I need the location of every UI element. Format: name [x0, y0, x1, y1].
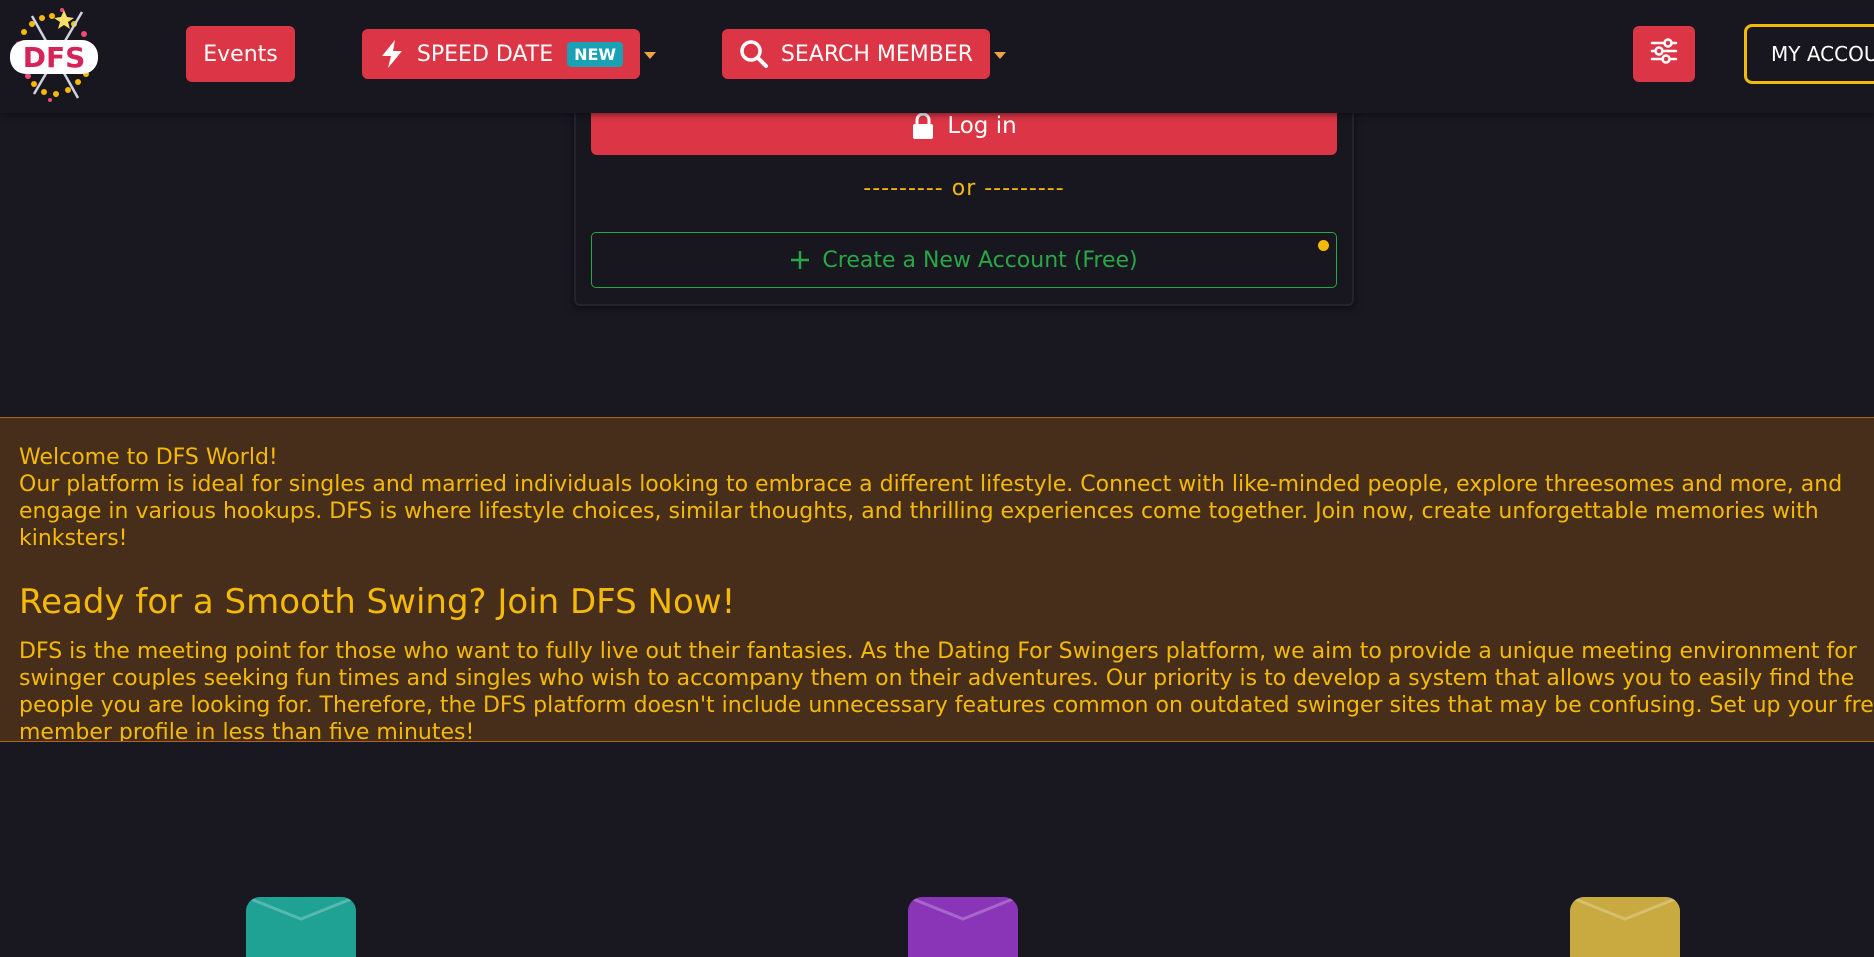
speed-date-caret-down-icon[interactable]	[644, 52, 656, 59]
events-button[interactable]: Events	[186, 26, 295, 82]
search-member-label: SEARCH MEMBER	[780, 41, 974, 67]
notification-dot	[1318, 240, 1329, 251]
join-heading: Ready for a Smooth Swing? Join DFS Now!	[19, 582, 736, 622]
speed-date-button[interactable]: SPEED DATE NEW	[362, 29, 640, 79]
top-navbar: DFS Events SPEED DATE NEW SEARCH MEMBER	[0, 0, 1874, 113]
search-member-caret-down-icon[interactable]	[994, 52, 1006, 59]
speed-date-label: SPEED DATE	[416, 41, 554, 67]
filter-button[interactable]	[1633, 26, 1695, 82]
welcome-title: Welcome to DFS World!	[19, 445, 278, 470]
welcome-banner: Welcome to DFS World! Our platform is id…	[0, 417, 1874, 742]
svg-text:DFS: DFS	[23, 41, 86, 74]
lightning-icon	[379, 39, 405, 69]
dfs-logo[interactable]: DFS	[4, 4, 104, 104]
my-account-label: MY ACCOUNT	[1771, 42, 1874, 66]
feature-icon-purple	[908, 897, 1018, 957]
search-icon	[739, 39, 769, 69]
sliders-icon	[1650, 38, 1678, 70]
lock-icon	[911, 112, 935, 140]
create-account-label: Create a New Account (Free)	[822, 247, 1138, 273]
new-badge: NEW	[567, 41, 624, 67]
login-label: Log in	[947, 112, 1017, 139]
welcome-body: DFS is the meeting point for those who w…	[19, 639, 1874, 742]
feature-icon-teal	[246, 897, 356, 957]
plus-icon	[790, 250, 810, 270]
logo-icon: DFS	[10, 8, 98, 102]
search-member-button[interactable]: SEARCH MEMBER	[722, 29, 990, 79]
feature-icon-gold	[1570, 897, 1680, 957]
create-account-button[interactable]: Create a New Account (Free)	[591, 232, 1337, 288]
events-label: Events	[203, 41, 278, 67]
my-account-button[interactable]: MY ACCOUNT	[1744, 24, 1874, 84]
or-separator: --------- or ---------	[863, 176, 1065, 201]
welcome-intro: Our platform is ideal for singles and ma…	[19, 472, 1843, 551]
